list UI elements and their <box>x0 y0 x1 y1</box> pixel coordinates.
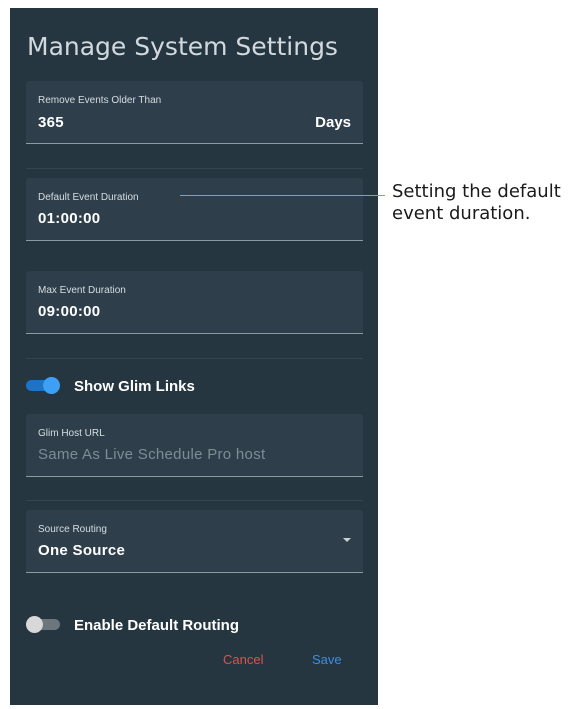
max-duration-value[interactable]: 09:00:00 <box>38 303 100 320</box>
source-routing-label: Source Routing <box>38 524 107 535</box>
callout-text-line-1: Setting the default <box>392 181 561 202</box>
callout-annotation: Setting the default event duration. <box>392 181 561 225</box>
default-duration-field[interactable]: Default Event Duration 01:00:00 <box>26 178 363 241</box>
remove-events-suffix: Days <box>315 114 351 131</box>
default-duration-value[interactable]: 01:00:00 <box>38 210 100 227</box>
section-divider <box>26 168 363 169</box>
glim-host-url-field[interactable]: Glim Host URL Same As Live Schedule Pro … <box>26 414 363 477</box>
remove-events-value[interactable]: 365 <box>38 114 64 131</box>
source-routing-select[interactable]: Source Routing One Source <box>26 510 363 573</box>
callout-leader-line <box>180 195 385 196</box>
toggle-knob <box>43 377 60 394</box>
glim-host-url-label: Glim Host URL <box>38 428 105 439</box>
cancel-button[interactable]: Cancel <box>223 652 263 667</box>
chevron-down-icon[interactable] <box>343 538 351 542</box>
max-duration-field[interactable]: Max Event Duration 09:00:00 <box>26 271 363 334</box>
enable-default-routing-label: Enable Default Routing <box>74 617 239 634</box>
enable-default-routing-toggle[interactable] <box>26 616 60 633</box>
show-glim-links-toggle[interactable] <box>26 377 60 394</box>
source-routing-value[interactable]: One Source <box>38 542 125 559</box>
toggle-knob <box>26 616 43 633</box>
dialog-title: Manage System Settings <box>27 32 338 61</box>
section-divider <box>26 358 363 359</box>
save-button[interactable]: Save <box>312 652 342 667</box>
default-duration-label: Default Event Duration <box>38 192 139 203</box>
max-duration-label: Max Event Duration <box>38 285 126 296</box>
manage-system-settings-dialog: Manage System Settings Remove Events Old… <box>10 8 378 705</box>
callout-text-line-2: event duration. <box>392 203 531 224</box>
section-divider <box>26 500 363 501</box>
remove-events-field[interactable]: Remove Events Older Than 365 Days <box>26 81 363 144</box>
show-glim-links-label: Show Glim Links <box>74 378 195 395</box>
glim-host-url-placeholder[interactable]: Same As Live Schedule Pro host <box>38 446 265 463</box>
remove-events-label: Remove Events Older Than <box>38 95 162 106</box>
